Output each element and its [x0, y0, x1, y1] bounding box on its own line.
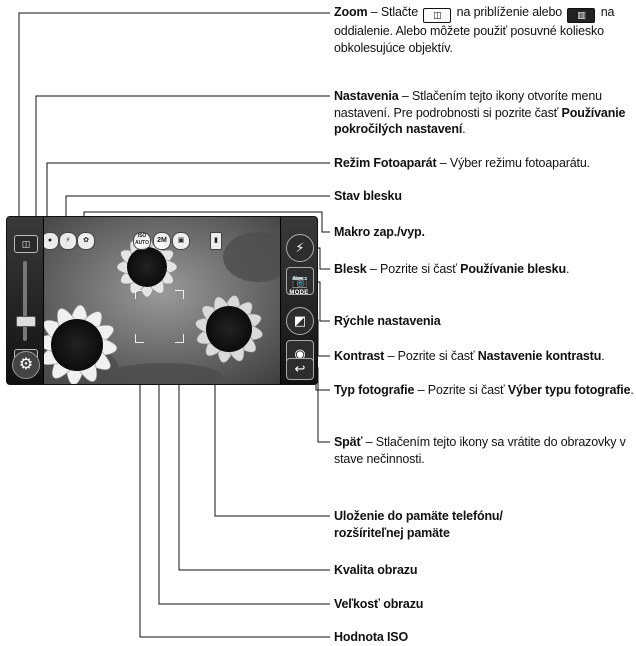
zoom-slider[interactable]: [23, 261, 27, 341]
annotation-contrast: Kontrast – Pozrite si časť Nastavenie ko…: [334, 348, 634, 365]
annotation-photo-type-ref: Výber typu fotografie: [507, 383, 631, 397]
annotation-size: Veľkosť obrazu: [334, 596, 634, 613]
contrast-icon: ◩: [293, 313, 307, 328]
annotation-photo-type-title: Typ fotografie: [334, 383, 415, 397]
annotation-zoom-text-a: – Stlačte: [367, 5, 422, 19]
image-quality-icon: ▣: [172, 232, 190, 250]
annotation-flash-status: Stav blesku: [334, 188, 634, 205]
annotation-settings-end: .: [462, 122, 466, 136]
annotation-quality-title: Kvalita obrazu: [334, 563, 418, 577]
annotation-zoom-title: Zoom: [334, 5, 368, 19]
annotation-quick-settings-title: Rýchle nastavenia: [334, 314, 441, 328]
annotation-quality: Kvalita obrazu: [334, 562, 634, 579]
annotation-iso: Hodnota ISO: [334, 629, 634, 646]
annotation-flash-title: Blesk: [334, 262, 367, 276]
annotation-macro-title: Makro zap./vyp.: [334, 225, 425, 239]
contrast-button[interactable]: ◩: [286, 307, 314, 335]
annotation-contrast-title: Kontrast: [334, 349, 385, 363]
zoom-in-button[interactable]: ◫: [14, 235, 38, 253]
settings-gear-icon[interactable]: ⚙: [12, 351, 40, 379]
zoom-in-icon: ◫: [21, 239, 31, 249]
back-arrow-icon: ↩: [294, 361, 306, 376]
annotation-settings: Nastavenia – Stlačením tejto ikony otvor…: [334, 88, 634, 138]
annotation-storage-title-2: rozšíriteľnej pamäte: [334, 525, 450, 540]
annotation-storage: Uloženie do pamäte telefónu/ rozšíriteľn…: [334, 508, 634, 541]
focus-corner-tl: [135, 290, 144, 299]
zoom-out-icon: ▥: [567, 8, 596, 23]
annotation-macro: Makro zap./vyp.: [334, 224, 634, 241]
annotation-storage-title-1: Uloženie do pamäte telefónu/: [334, 509, 503, 523]
zoom-slider-thumb[interactable]: [16, 316, 36, 327]
iso-icon: ISO AUTO: [133, 232, 151, 250]
focus-corner-br: [175, 334, 184, 343]
annotation-settings-title: Nastavenia: [334, 89, 399, 103]
leader-settings: [35, 95, 330, 235]
annotation-flash-end: .: [565, 262, 570, 276]
annotation-quick-settings: Rýchle nastavenia: [334, 313, 634, 330]
annotation-photo-type-end: .: [630, 383, 634, 397]
annotation-back-title: Späť: [334, 435, 363, 449]
annotation-flash: Blesk – Pozrite si časť Používanie blesk…: [334, 261, 634, 278]
back-button[interactable]: ↩: [286, 358, 314, 380]
annotation-contrast-text: – Pozrite si časť: [384, 349, 478, 363]
camera-icon: 📷: [291, 273, 309, 288]
right-control-bar: ⚡ 📷 MODE ◩ ◉ ↩: [280, 217, 317, 384]
zoom-in-icon: ◫: [423, 8, 452, 23]
annotation-zoom: Zoom – Stlačte ◫ na priblíženie alebo ▥ …: [334, 4, 634, 56]
lightning-icon: ⚡: [295, 240, 305, 255]
focus-corner-tr: [175, 290, 184, 299]
flash-status-icon: ⚡: [59, 232, 77, 250]
focus-corner-bl: [135, 334, 144, 343]
annotation-camera-mode-title: Režim Fotoaparát: [334, 156, 437, 170]
annotation-back-text: – Stlačením tejto ikony sa vrátite do ob…: [334, 435, 626, 466]
annotation-flash-ref: Používanie blesku: [460, 262, 566, 276]
annotation-flash-text: – Pozrite si časť: [366, 262, 461, 276]
annotation-flash-status-title: Stav blesku: [334, 189, 402, 203]
annotation-contrast-ref: Nastavenie kontrastu: [477, 349, 602, 363]
mode-label: MODE: [289, 290, 309, 296]
macro-icon[interactable]: ✿: [77, 232, 95, 250]
annotation-iso-title: Hodnota ISO: [334, 630, 409, 644]
flash-button[interactable]: ⚡: [286, 234, 314, 262]
annotation-photo-type: Typ fotografie – Pozrite si časť Výber t…: [334, 382, 634, 399]
image-size-icon: 2M: [153, 232, 171, 250]
annotation-zoom-text-b: na priblíženie alebo: [453, 5, 566, 19]
annotation-camera-mode-text: – Výber režimu fotoaparátu.: [436, 156, 591, 170]
annotation-contrast-end: .: [601, 349, 605, 363]
annotation-camera-mode: Režim Fotoaparát – Výber režimu fotoapar…: [334, 155, 634, 172]
annotation-photo-type-text: – Pozrite si časť: [414, 383, 508, 397]
camera-screen: ● ⚡ ✿ ISO AUTO 2M ▣ ▮ ◫ ▥ ⚙ ⚡ 📷 MODE ◩ ◉…: [6, 216, 318, 385]
storage-icon: ▮: [210, 232, 222, 250]
annotation-size-title: Veľkosť obrazu: [334, 597, 424, 611]
annotation-back: Späť – Stlačením tejto ikony sa vrátite …: [334, 434, 634, 467]
